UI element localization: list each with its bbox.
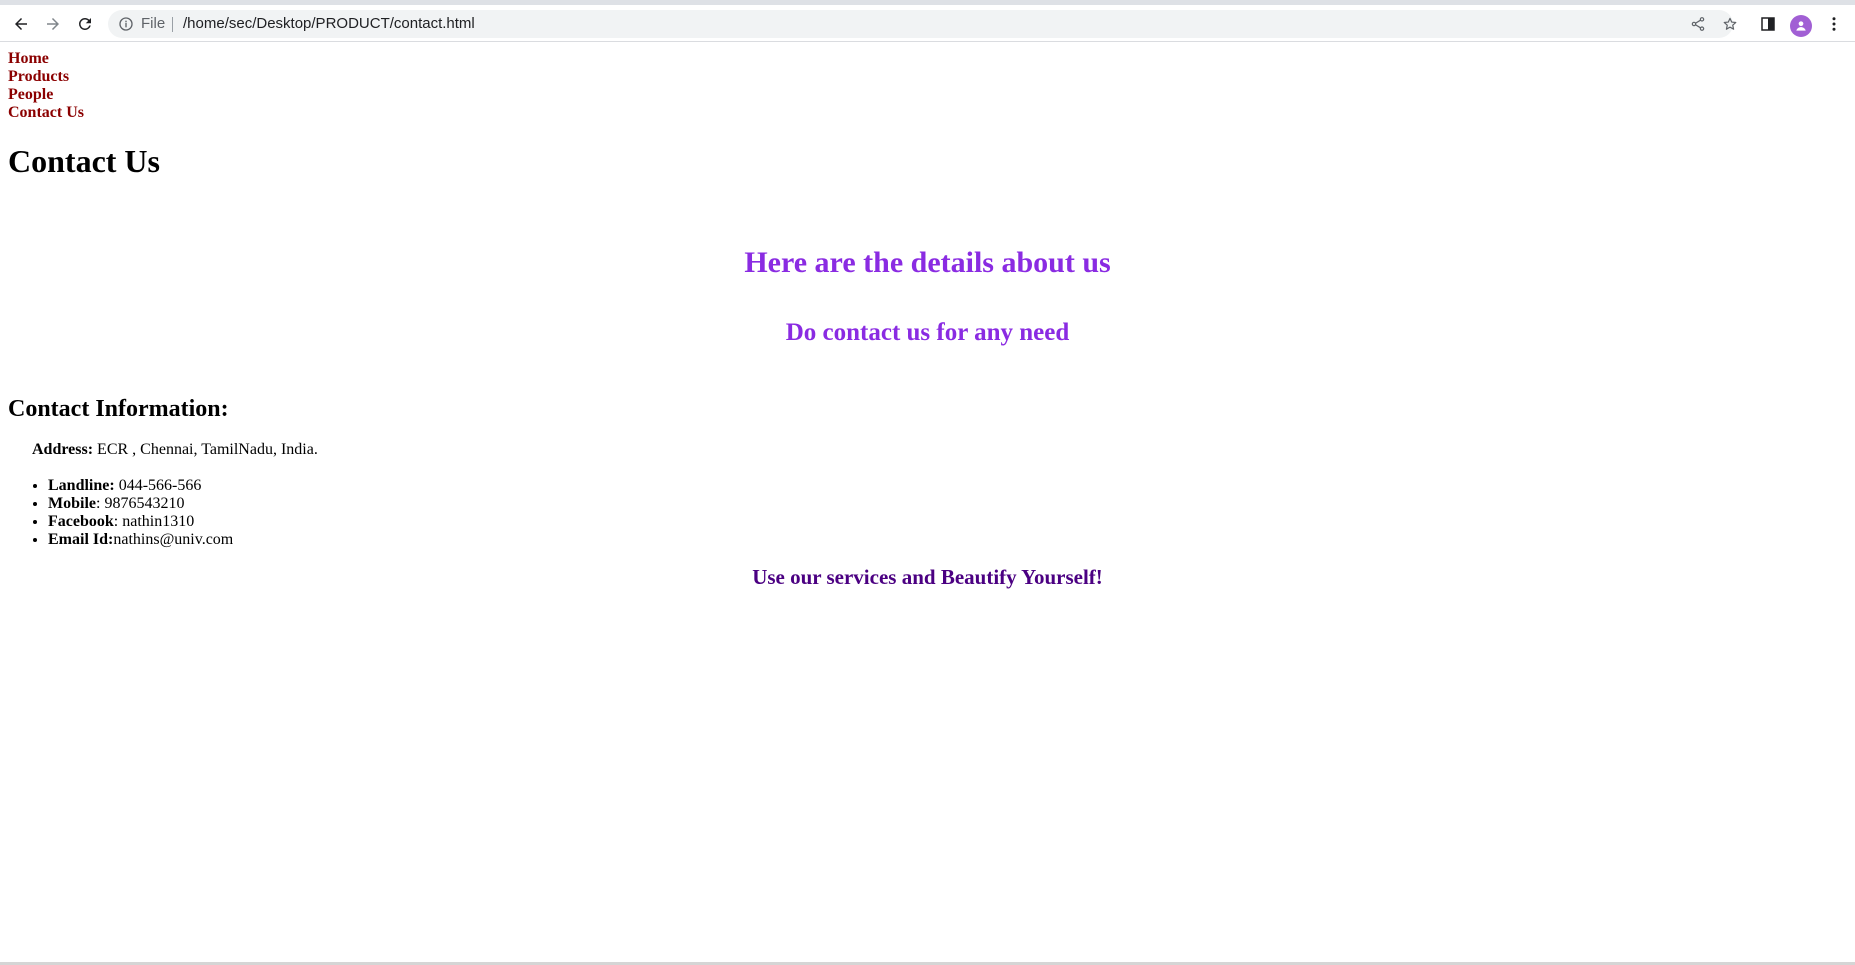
services-tagline: Use our services and Beautify Yourself! (752, 565, 1103, 589)
reload-icon (78, 17, 91, 30)
facebook-value: : nathin1310 (113, 513, 195, 530)
landline-value: 044-566-566 (114, 477, 202, 494)
contact-list: Landline: 044-566-566 Mobile: 9876543210… (48, 477, 233, 549)
share-icon (1691, 17, 1705, 31)
site-info-label: File (141, 15, 166, 32)
address-value: ECR , Chennai, TamilNadu, India. (93, 441, 318, 458)
details-heading: Here are the details about us (744, 246, 1111, 279)
more-vert-icon (1832, 17, 1836, 31)
arrow-left-icon (15, 18, 27, 30)
menu-button[interactable] (1823, 13, 1845, 35)
address-line: Address: ECR , Chennai, TamilNadu, India… (32, 441, 318, 459)
profile-avatar[interactable] (1790, 15, 1812, 37)
list-item: Landline: 044-566-566 (48, 477, 233, 495)
arrow-right-icon (47, 18, 59, 30)
email-value: nathins@univ.com (113, 531, 234, 548)
nav-link-contact-us[interactable]: Contact Us (8, 104, 84, 122)
share-button[interactable] (1688, 14, 1708, 34)
site-info-chip[interactable]: File (118, 15, 165, 32)
list-item: Email Id:nathins@univ.com (48, 531, 233, 549)
email-label: Email Id: (48, 531, 114, 548)
star-icon (1723, 17, 1737, 30)
nav-menu: Home Products People Contact Us (8, 50, 84, 122)
page-content: Home Products People Contact Us Contact … (0, 43, 1855, 963)
contact-subheading: Do contact us for any need (785, 319, 1070, 346)
mobile-value: : 9876543210 (96, 495, 185, 512)
page-title: Contact Us (8, 143, 160, 179)
address-label: Address: (32, 441, 94, 458)
list-item: Mobile: 9876543210 (48, 495, 233, 513)
omnibox-divider (172, 17, 173, 32)
incognito-icon (1796, 21, 1806, 31)
reload-button[interactable] (72, 11, 98, 37)
facebook-label: Facebook (48, 513, 114, 530)
landline-label: Landline: (48, 477, 115, 494)
browser-toolbar: File /home/sec/Desktop/PRODUCT/contact.h… (0, 5, 1855, 42)
info-icon (119, 16, 133, 31)
list-item: Facebook: nathin1310 (48, 513, 233, 531)
nav-link-products[interactable]: Products (8, 68, 84, 86)
bookmark-button[interactable] (1720, 14, 1740, 34)
contact-info-heading: Contact Information: (8, 396, 229, 422)
side-panel-button[interactable] (1757, 13, 1779, 35)
side-panel-icon (1761, 17, 1775, 31)
mobile-label: Mobile (48, 495, 96, 512)
url-text[interactable]: /home/sec/Desktop/PRODUCT/contact.html (183, 15, 475, 32)
forward-button[interactable] (40, 11, 66, 37)
nav-link-people[interactable]: People (8, 86, 84, 104)
nav-link-home[interactable]: Home (8, 50, 84, 68)
address-bar[interactable]: File /home/sec/Desktop/PRODUCT/contact.h… (108, 10, 1737, 38)
back-button[interactable] (8, 11, 34, 37)
